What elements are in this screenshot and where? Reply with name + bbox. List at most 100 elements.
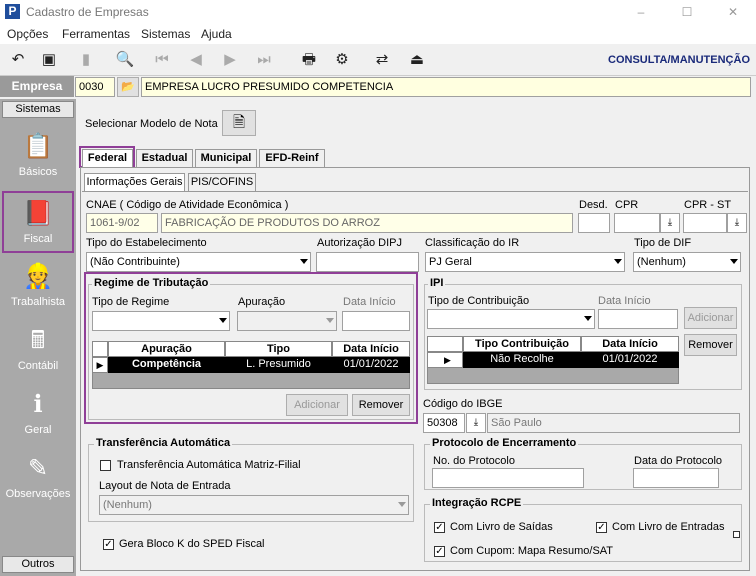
aut-dipj-field[interactable] [316, 252, 419, 272]
ipi-remove-button[interactable]: Remover [684, 334, 737, 356]
close-button[interactable]: ✕ [710, 0, 756, 24]
sidebar-item-contabil[interactable]: 🖩 Contábil [2, 320, 74, 382]
cpr-st-label: CPR - ST [684, 199, 732, 211]
protocolo-data-field[interactable] [633, 468, 719, 488]
rcpe-entradas-checkbox[interactable]: ✓ [596, 522, 607, 533]
cnae-desc-field[interactable]: FABRICAÇÃO DE PRODUTOS DO ARROZ [161, 213, 573, 233]
sidebar-item-observacoes[interactable]: ✎ Observações [2, 448, 74, 510]
tipo-estab-label: Tipo do Estabelecimento [86, 237, 207, 249]
print-icon[interactable]: 🖶 [297, 49, 321, 71]
cpr-st-field[interactable] [683, 213, 727, 233]
ibge-code-field[interactable]: 50308 [423, 413, 465, 433]
empresa-label: Empresa [0, 76, 74, 97]
model-select-icon[interactable]: 🗎 [222, 110, 256, 136]
tipo-dif-select[interactable]: (Nenhum) [633, 252, 741, 272]
menu-opcoes[interactable]: Opções [7, 27, 48, 41]
info-icon: ℹ [33, 391, 43, 418]
ipi-cell-tipo[interactable]: Não Recolhe [463, 352, 581, 368]
chevron-down-icon [300, 259, 308, 264]
rcpe-saidas-checkbox[interactable]: ✓ [434, 522, 445, 533]
tools-icon[interactable]: ⚙ [330, 49, 354, 71]
subtab-informacoes-gerais[interactable]: Informações Gerais [84, 173, 185, 191]
ipi-data-field[interactable] [598, 309, 678, 329]
ibge-city-field[interactable]: São Paulo [487, 413, 740, 433]
fiscal-icon: 📕 [23, 200, 53, 227]
undo-icon[interactable]: ↶ [6, 49, 30, 71]
rcpe-cupom-checkbox[interactable]: ✓ [434, 546, 445, 557]
cnae-code-field[interactable]: 1061-9/02 [86, 213, 158, 233]
rcpe-saidas-label: Com Livro de Saídas [450, 521, 553, 533]
sidebar-footer[interactable]: Outros [2, 556, 74, 573]
tab-efd-reinf[interactable]: EFD-Reinf [259, 149, 325, 167]
tab-estadual[interactable]: Estadual [136, 149, 193, 167]
regime-data-label: Data Início [343, 296, 396, 308]
transfer-icon[interactable]: ⇄ [370, 49, 394, 71]
class-ir-select[interactable]: PJ Geral [425, 252, 625, 272]
regime-col-apuracao: Apuração [108, 341, 225, 357]
protocolo-title: Protocolo de Encerramento [430, 437, 579, 449]
prev-icon[interactable]: ◀ [184, 49, 208, 71]
transf-checkbox[interactable] [100, 460, 111, 471]
tipo-regime-select[interactable] [92, 311, 230, 331]
apuracao-select[interactable] [237, 311, 337, 331]
regime-add-button[interactable]: Adicionar [286, 394, 348, 416]
empresa-code-field[interactable]: 0030 [75, 77, 115, 97]
next-icon[interactable]: ▶ [218, 49, 242, 71]
regime-cell-tipo[interactable]: L. Presumido [225, 357, 332, 373]
protocolo-no-label: No. do Protocolo [433, 455, 515, 467]
basicos-icon: 📋 [23, 133, 53, 160]
resize-grip[interactable] [733, 531, 740, 538]
regime-data-field[interactable] [342, 311, 410, 331]
cpr-field[interactable] [614, 213, 660, 233]
empresa-name-field[interactable]: EMPRESA LUCRO PRESUMIDO COMPETENCIA [141, 77, 751, 97]
cpr-download-icon[interactable]: ⤓ [660, 213, 680, 233]
regime-remove-button[interactable]: Remover [352, 394, 410, 416]
ipi-cell-data[interactable]: 01/01/2022 [581, 352, 679, 368]
ipi-tipo-label: Tipo de Contribuição [428, 295, 530, 307]
notes-icon: ✎ [27, 455, 49, 482]
ibge-download-icon[interactable]: ⤓ [466, 413, 486, 433]
regime-cell-apuracao[interactable]: Competência [108, 357, 225, 373]
mode-label: CONSULTA/MANUTENÇÃO [608, 54, 750, 66]
sidebar-item-geral[interactable]: ℹ Geral [2, 384, 74, 446]
sidebar-item-trabalhista[interactable]: 👷 Trabalhista [2, 256, 74, 318]
ibge-label: Código do IBGE [423, 398, 503, 410]
folder-open-icon[interactable]: 📂 [117, 77, 139, 97]
grid-corner [427, 336, 463, 352]
desd-field[interactable] [578, 213, 610, 233]
chevron-down-icon [614, 259, 622, 264]
tipo-regime-label: Tipo de Regime [92, 296, 170, 308]
protocolo-no-field[interactable] [432, 468, 584, 488]
trabalhista-icon: 👷 [23, 263, 53, 290]
sidebar-item-basicos[interactable]: 📋 Básicos [2, 126, 74, 188]
ipi-tipo-select[interactable] [427, 309, 595, 329]
subtab-pis-cofins[interactable]: PIS/COFINS [188, 173, 256, 191]
ipi-col-data: Data Início [581, 336, 679, 352]
sidebar-item-fiscal[interactable]: 📕 Fiscal [2, 191, 74, 253]
regime-col-data: Data Início [332, 341, 410, 357]
tab-municipal[interactable]: Municipal [195, 149, 257, 167]
tab-federal[interactable]: Federal [82, 149, 133, 167]
sidebar-header[interactable]: Sistemas [2, 101, 74, 118]
menu-sistemas[interactable]: Sistemas [141, 27, 190, 41]
preview-icon[interactable]: 🔍 [113, 49, 137, 71]
exit-icon[interactable]: ⏏ [405, 49, 429, 71]
layout-select[interactable]: (Nenhum) [99, 495, 409, 515]
tipo-estab-select[interactable]: (Não Contribuinte) [86, 252, 311, 272]
minimize-button[interactable]: – [618, 0, 664, 24]
ipi-add-button[interactable]: Adicionar [684, 307, 737, 329]
cpr-st-download-icon[interactable]: ⤓ [727, 213, 747, 233]
app-icon: P [5, 4, 20, 19]
regime-cell-data[interactable]: 01/01/2022 [332, 357, 410, 373]
menu-bar: Opções Ferramentas Sistemas Ajuda [0, 24, 756, 44]
save-icon[interactable]: ▣ [37, 49, 61, 71]
last-icon[interactable]: ⏭ [252, 49, 276, 71]
menu-ferramentas[interactable]: Ferramentas [62, 27, 130, 41]
regime-col-tipo: Tipo [225, 341, 332, 357]
toolbar: ↶ ▣ ▮ 🔍 ⏮ ◀ ▶ ⏭ 🖶 ⚙ ⇄ ⏏ CONSULTA/MANUTEN… [0, 44, 756, 76]
new-doc-icon[interactable]: ▮ [74, 49, 98, 71]
first-icon[interactable]: ⏮ [150, 49, 174, 71]
maximize-button[interactable]: ☐ [664, 0, 710, 24]
menu-ajuda[interactable]: Ajuda [201, 27, 232, 41]
bloco-k-checkbox[interactable]: ✓ [103, 539, 114, 550]
